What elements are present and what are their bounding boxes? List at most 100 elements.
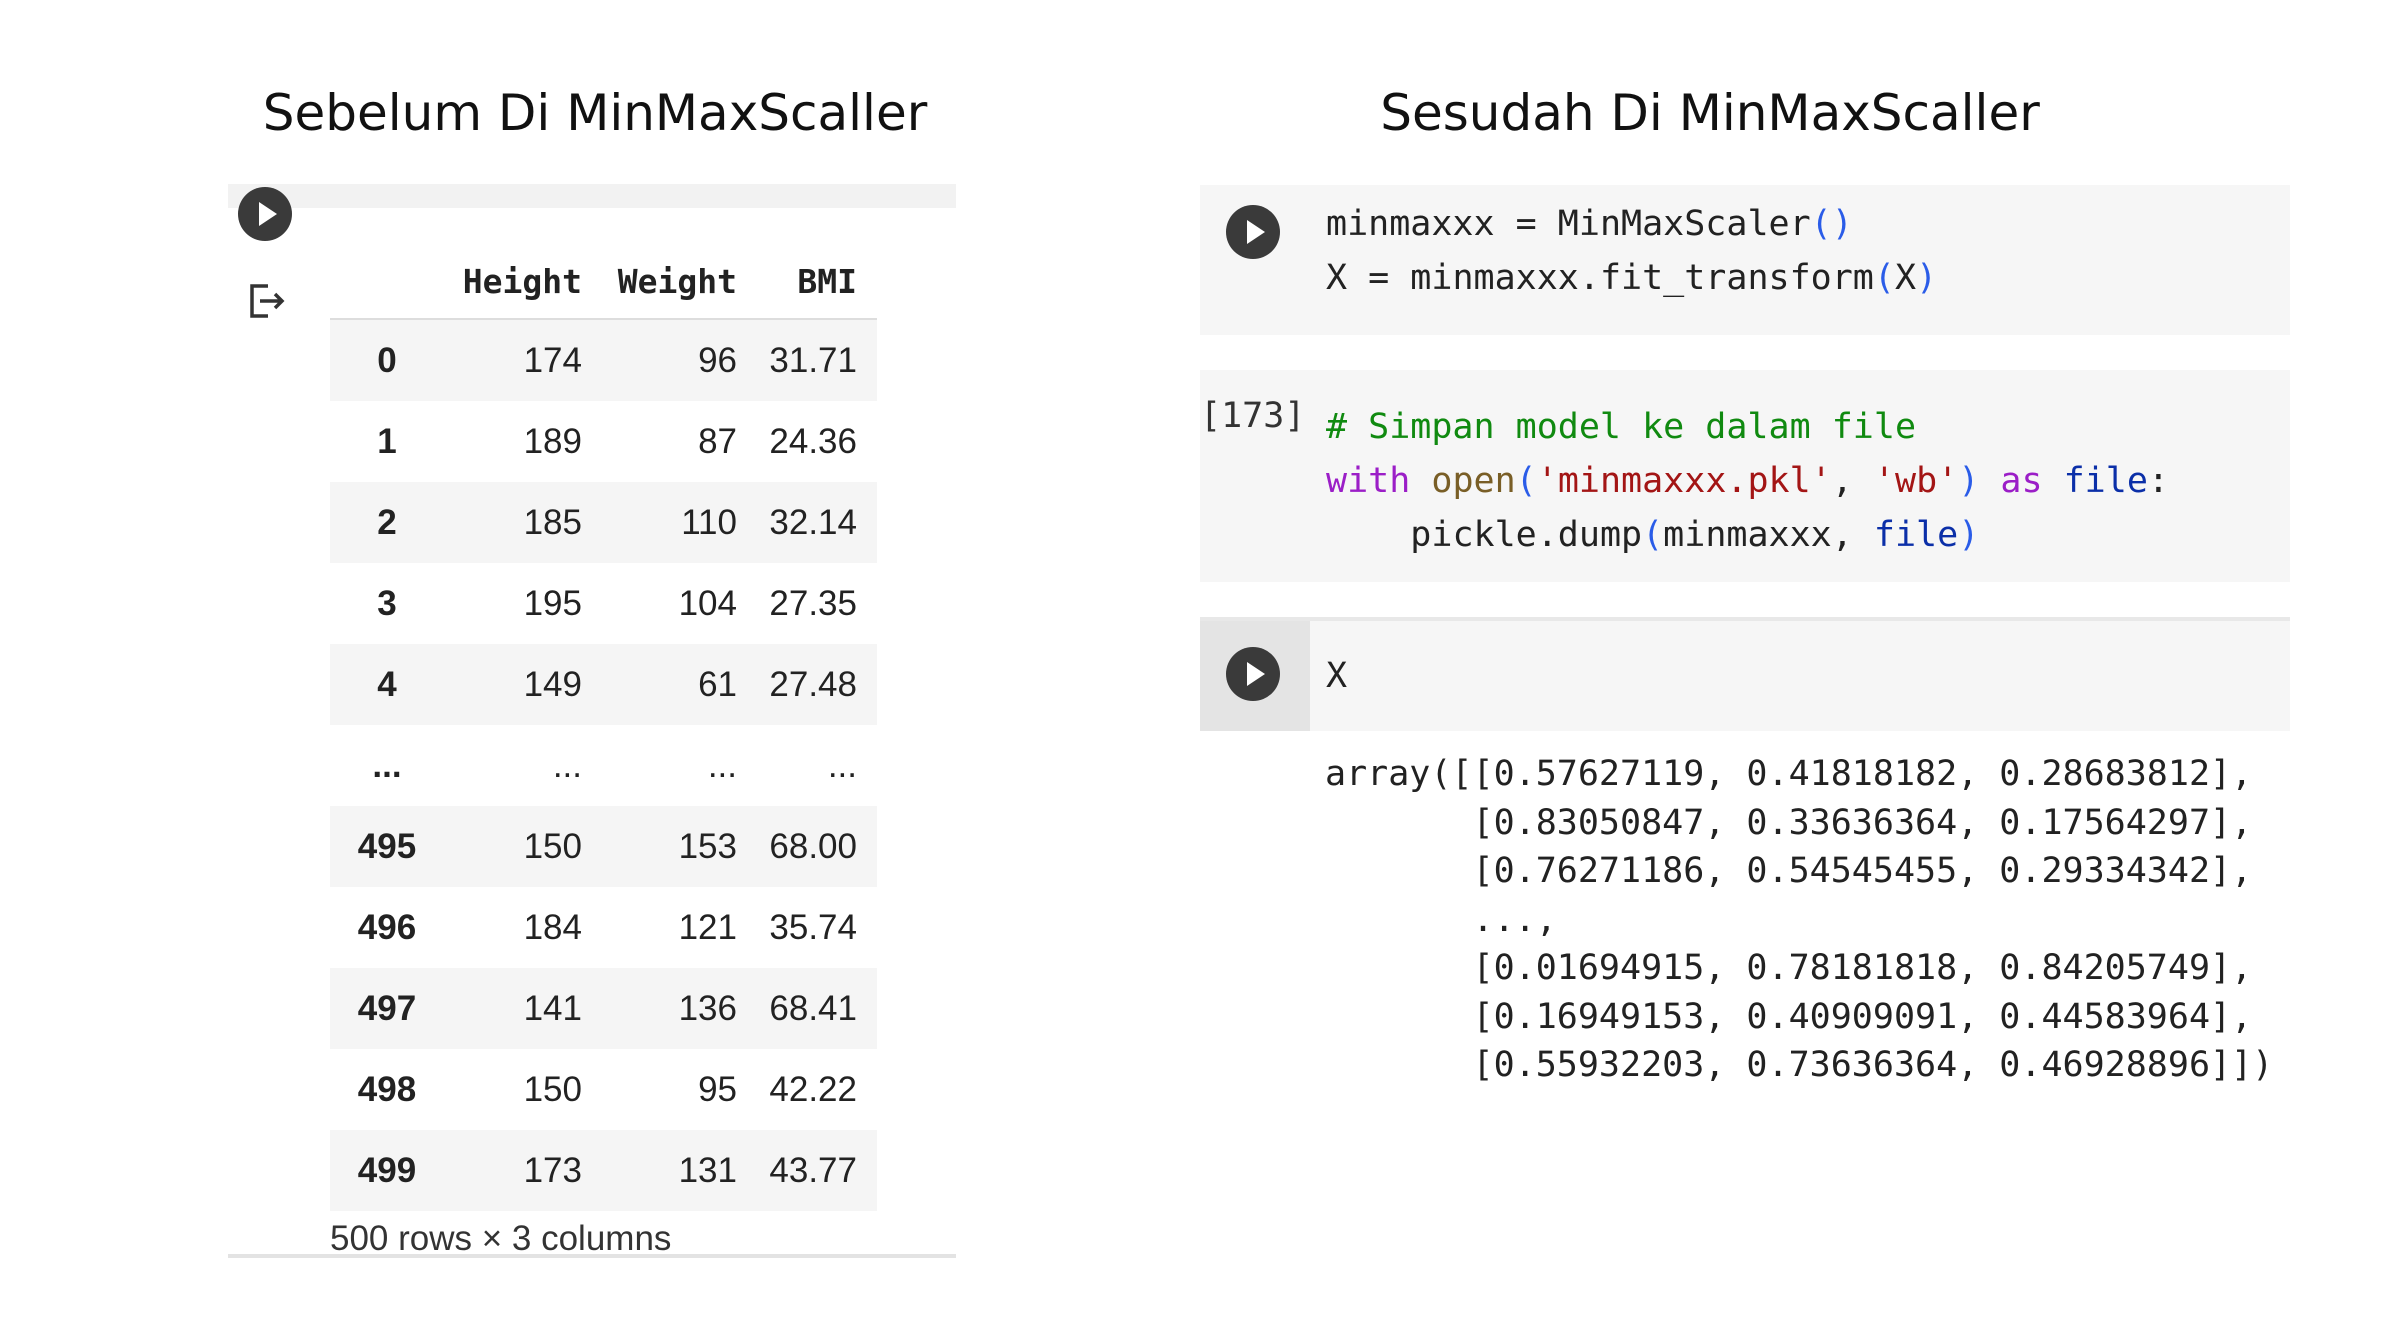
table-cell: 110 — [602, 482, 757, 563]
table-cell: 35.74 — [769, 907, 857, 947]
table-cell: ... — [827, 745, 857, 785]
code-token: file — [1873, 515, 1959, 555]
table-cell: 68.41 — [757, 968, 877, 1049]
output-redirect-icon[interactable] — [246, 280, 288, 322]
table-row: 496 184 121 35.74 — [330, 887, 877, 968]
code-token: X — [1894, 258, 1917, 298]
code-cell-scaler[interactable]: minmaxxx = MinMaxScaler() X = minmaxxx.f… — [1200, 185, 2290, 335]
code-editor[interactable]: # Simpan model ke dalam file with open ( '… — [1326, 400, 2169, 562]
code-token: 'minmaxxx.pkl' — [1536, 461, 1832, 501]
code-token: : — [2147, 461, 2169, 501]
heading-after-scaler: Sesudah Di MinMaxScaller — [1380, 84, 2040, 142]
output-line: array([[0.57627119, 0.41818182, 0.286838… — [1325, 754, 2253, 794]
code-token: file — [2063, 461, 2148, 501]
table-row: 495 150 153 68.00 — [330, 806, 877, 887]
code-token: ( — [1810, 204, 1832, 244]
code-token: X = — [1326, 258, 1411, 298]
column-header-bmi: BMI — [757, 244, 877, 320]
code-token: = — [1494, 204, 1558, 244]
output-line: [0.76271186, 0.54545455, 0.29334342], — [1325, 851, 2253, 891]
code-token: 'wb' — [1873, 461, 1959, 501]
table-cell: 184 — [523, 907, 582, 947]
table-cell: 195 — [523, 583, 582, 623]
code-cell-show-x[interactable]: X — [1200, 617, 2290, 731]
table-cell: 27.35 — [769, 583, 857, 623]
output-line: [0.83050847, 0.33636364, 0.17564297], — [1325, 802, 2253, 843]
table-cell: 136 — [602, 968, 757, 1049]
code-token: as — [2000, 461, 2043, 501]
table-cell: 131 — [602, 1130, 757, 1211]
code-token: open — [1431, 461, 1516, 501]
code-token: minmaxxx, — [1663, 515, 1874, 555]
row-index: 497 — [330, 968, 444, 1049]
table-cell: 104 — [678, 583, 737, 623]
table-cell: 189 — [523, 421, 582, 461]
code-editor[interactable]: X — [1326, 649, 1347, 703]
table-cell: 174 — [444, 319, 602, 401]
code-token: ( — [1642, 515, 1664, 555]
table-header-row: Height Weight BMI — [330, 244, 877, 320]
table-cell: 150 — [523, 1069, 582, 1109]
table-cell: 153 — [602, 806, 757, 887]
table-cell: 149 — [444, 644, 602, 725]
cell-top-bar — [228, 184, 956, 208]
code-token: ) — [1916, 258, 1938, 298]
output-line: ..., — [1325, 899, 1557, 940]
code-comment: # Simpan model ke dalam file — [1326, 407, 1917, 447]
run-cell-button[interactable] — [1226, 647, 1280, 701]
cell-output-array: array([[0.57627119, 0.41818182, 0.286838… — [1325, 750, 2273, 1090]
code-token: ) — [1958, 461, 1980, 501]
row-index: 496 — [357, 907, 417, 947]
cell-bottom-border — [228, 1254, 956, 1258]
table-row: 497 141 136 68.41 — [330, 968, 877, 1049]
row-index: 495 — [330, 806, 444, 887]
run-cell-button[interactable] — [238, 187, 292, 241]
table-cell: 31.71 — [757, 319, 877, 401]
code-token: with — [1326, 461, 1411, 501]
table-cell: 87 — [698, 421, 737, 461]
table-row: 0 174 96 31.71 — [330, 319, 877, 401]
code-cell-save-model[interactable]: [173] # Simpan model ke dalam file with … — [1200, 370, 2290, 582]
table-cell: 68.00 — [757, 806, 877, 887]
code-token: ) — [1831, 204, 1853, 244]
heading-before-scaler: Sebelum Di MinMaxScaller — [262, 84, 928, 142]
row-index: 499 — [330, 1130, 444, 1211]
table-cell: 32.14 — [757, 482, 877, 563]
dataframe-table: Height Weight BMI 0 174 96 31.71 1 189 87 24.36… — [330, 244, 877, 1211]
table-row: 498 150 95 42.22 — [330, 1049, 877, 1130]
code-editor[interactable]: minmaxxx = MinMaxScaler() X = minmaxxx.f… — [1326, 197, 1937, 305]
output-line: [0.55932203, 0.73636364, 0.46928896]]) — [1325, 1045, 2274, 1085]
code-token: minmaxxx — [1410, 258, 1579, 298]
execution-count: [173] — [1200, 396, 1306, 436]
index-header — [330, 244, 444, 320]
table-cell: 96 — [602, 319, 757, 401]
code-token: X — [1326, 656, 1348, 696]
column-header-height: Height — [444, 244, 602, 320]
row-index: ... — [372, 745, 402, 785]
code-token: pickle.dump — [1410, 515, 1643, 555]
table-cell: 121 — [678, 907, 737, 947]
table-cell: ... — [552, 745, 582, 785]
row-index: 1 — [377, 421, 397, 461]
row-index: 3 — [377, 583, 397, 623]
code-token: minmaxxx — [1326, 204, 1495, 244]
row-index: 0 — [330, 319, 444, 401]
output-line: [0.01694915, 0.78181818, 0.84205749], — [1325, 948, 2253, 988]
output-line: [0.16949153, 0.40909091, 0.44583964], — [1325, 996, 2253, 1037]
column-header-weight: Weight — [602, 244, 757, 320]
code-token: .fit_transform — [1578, 258, 1874, 298]
row-index: 4 — [330, 644, 444, 725]
table-cell: ... — [707, 745, 737, 785]
code-token: MinMaxScaler — [1557, 204, 1811, 244]
run-cell-button[interactable] — [1226, 205, 1280, 259]
table-cell: 141 — [444, 968, 602, 1049]
table-cell: 95 — [698, 1069, 737, 1109]
code-token: ( — [1873, 258, 1895, 298]
table-row: 3 195 104 27.35 — [330, 563, 877, 644]
table-cell: 150 — [444, 806, 602, 887]
table-row: 2 185 110 32.14 — [330, 482, 877, 563]
table-cell: 43.77 — [757, 1130, 877, 1211]
code-token: ) — [1958, 515, 1980, 555]
table-row: 4 149 61 27.48 — [330, 644, 877, 725]
